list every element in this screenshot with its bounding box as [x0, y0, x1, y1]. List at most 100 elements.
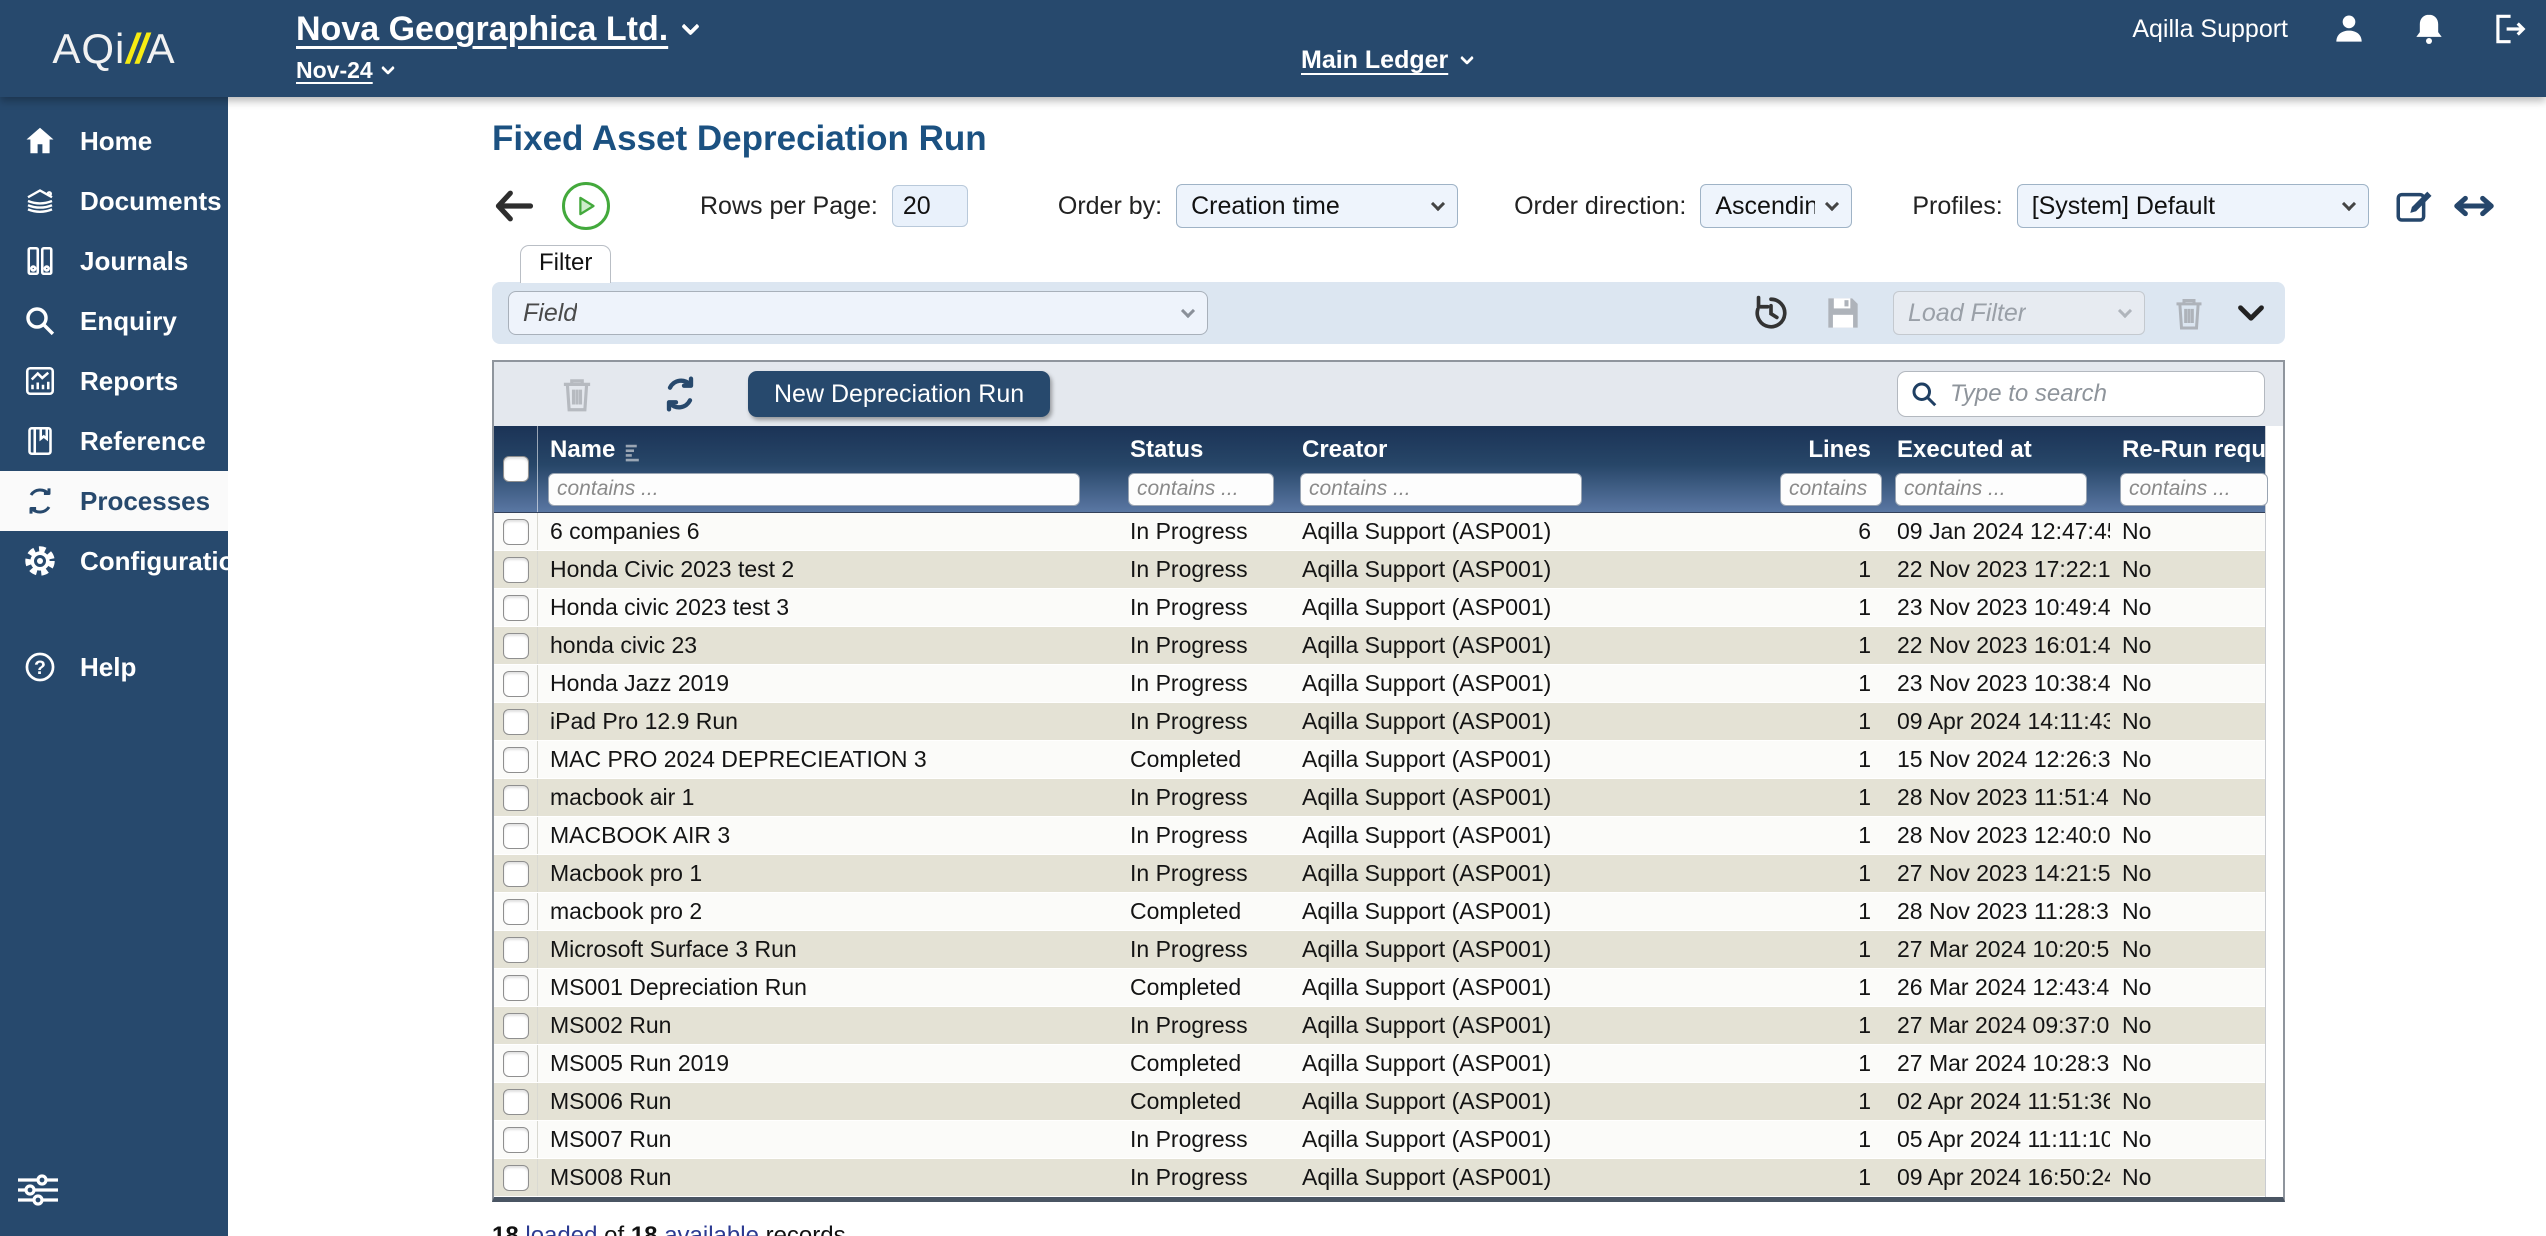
row-checkbox[interactable] [503, 937, 529, 963]
cell-executed-at: 28 Nov 2023 12:40:00 [1885, 817, 2110, 854]
sliders-icon[interactable] [14, 1166, 62, 1214]
order-direction-select[interactable]: Ascending [1700, 184, 1852, 228]
aqilla-logo[interactable]: AQi//A [0, 0, 228, 97]
cell-rerun-required: No [2110, 817, 2265, 854]
period-selector[interactable]: Nov-24 [296, 57, 697, 84]
data-grid: Name Status Creator Lines Executed at Re… [494, 426, 2266, 1197]
available-link[interactable]: available [664, 1222, 759, 1236]
sidebar-item-help[interactable]: ? Help [0, 637, 228, 697]
column-header-executed-at[interactable]: Executed at [1885, 426, 2110, 466]
sidebar-item-home[interactable]: Home [0, 111, 228, 171]
sidebar-item-documents[interactable]: Documents [0, 171, 228, 231]
row-checkbox[interactable] [503, 671, 529, 697]
select-all-checkbox[interactable] [503, 456, 529, 482]
filter-input-lines[interactable] [1780, 473, 1882, 506]
table-row[interactable]: MS008 Run In Progress Aqilla Support (AS… [494, 1159, 2265, 1197]
row-checkbox[interactable] [503, 975, 529, 1001]
search-input[interactable] [1897, 371, 2265, 417]
delete-rows-trash-icon[interactable] [556, 373, 598, 415]
sidebar-item-enquiry[interactable]: Enquiry [0, 291, 228, 351]
load-filter-select[interactable]: Load Filter [1893, 291, 2145, 335]
cell-status: In Progress [1118, 703, 1290, 740]
filter-input-status[interactable] [1128, 473, 1274, 506]
table-row[interactable]: Honda Jazz 2019 In Progress Aqilla Suppo… [494, 665, 2265, 703]
sidebar-item-reference[interactable]: Reference [0, 411, 228, 471]
filter-input-name[interactable] [548, 473, 1080, 506]
chevron-down-icon [2118, 304, 2132, 318]
table-row[interactable]: MS002 Run In Progress Aqilla Support (AS… [494, 1007, 2265, 1045]
row-checkbox[interactable] [503, 519, 529, 545]
order-by-select[interactable]: Creation time [1176, 184, 1458, 228]
row-checkbox[interactable] [503, 1089, 529, 1115]
home-icon [22, 123, 58, 159]
rows-per-page-input[interactable] [892, 185, 968, 227]
refresh-icon[interactable] [660, 374, 700, 414]
cell-status: Completed [1118, 1045, 1290, 1082]
table-row[interactable]: MS007 Run In Progress Aqilla Support (AS… [494, 1121, 2265, 1159]
row-checkbox[interactable] [503, 785, 529, 811]
row-checkbox[interactable] [503, 823, 529, 849]
table-row[interactable]: MS006 Run Completed Aqilla Support (ASP0… [494, 1083, 2265, 1121]
sidebar-item-processes[interactable]: Processes [0, 471, 228, 531]
filter-input-executed-at[interactable] [1895, 473, 2087, 506]
sidebar-item-reports[interactable]: Reports [0, 351, 228, 411]
row-checkbox[interactable] [503, 557, 529, 583]
company-selector[interactable]: Nova Geographica Ltd. [296, 10, 697, 49]
delete-filter-trash-icon[interactable] [2169, 291, 2209, 335]
sidebar-item-journals[interactable]: Journals [0, 231, 228, 291]
loaded-link[interactable]: loaded [525, 1222, 597, 1236]
row-checkbox[interactable] [503, 861, 529, 887]
table-row[interactable]: MS001 Depreciation Run Completed Aqilla … [494, 969, 2265, 1007]
table-row[interactable]: MS005 Run 2019 Completed Aqilla Support … [494, 1045, 2265, 1083]
row-checkbox[interactable] [503, 1013, 529, 1039]
cell-rerun-required: No [2110, 1045, 2265, 1082]
cell-executed-at: 27 Nov 2023 14:21:52 [1885, 855, 2110, 892]
cell-name: iPad Pro 12.9 Run [538, 703, 1118, 740]
column-header-creator[interactable]: Creator [1290, 426, 1770, 466]
row-checkbox[interactable] [503, 747, 529, 773]
filter-tab[interactable]: Filter [520, 245, 611, 283]
chevron-down-icon [1181, 304, 1195, 318]
column-header-rerun-required[interactable]: Re-Run requir… [2110, 426, 2268, 466]
table-row[interactable]: MACBOOK AIR 3 In Progress Aqilla Support… [494, 817, 2265, 855]
row-checkbox[interactable] [503, 709, 529, 735]
filter-input-rerun[interactable] [2120, 473, 2268, 506]
table-row[interactable]: Honda civic 2023 test 3 In Progress Aqil… [494, 589, 2265, 627]
profiles-select[interactable]: [System] Default [2017, 184, 2369, 228]
save-filter-icon[interactable] [1821, 291, 1865, 335]
filter-expand-chevron-icon[interactable] [2233, 291, 2269, 335]
back-button[interactable] [492, 184, 536, 228]
filter-input-creator[interactable] [1300, 473, 1582, 506]
row-checkbox[interactable] [503, 595, 529, 621]
expand-columns-icon[interactable] [2451, 183, 2497, 229]
table-row[interactable]: MAC PRO 2024 DEPRECIEATION 3 Completed A… [494, 741, 2265, 779]
ledger-selector[interactable]: Main Ledger [1301, 46, 1472, 75]
table-row[interactable]: 6 companies 6 In Progress Aqilla Support… [494, 513, 2265, 551]
run-play-button[interactable] [562, 182, 610, 230]
filter-history-icon[interactable] [1749, 291, 1793, 335]
notifications-bell-icon[interactable] [2410, 10, 2448, 48]
logout-icon[interactable] [2490, 10, 2528, 48]
table-row[interactable]: Microsoft Surface 3 Run In Progress Aqil… [494, 931, 2265, 969]
row-checkbox[interactable] [503, 1051, 529, 1077]
column-header-lines[interactable]: Lines [1770, 426, 1885, 466]
row-checkbox[interactable] [503, 1165, 529, 1191]
cell-creator: Aqilla Support (ASP001) [1290, 513, 1770, 550]
new-depreciation-run-button[interactable]: New Depreciation Run [748, 371, 1050, 417]
filter-field-select[interactable]: Field [508, 291, 1208, 335]
table-row[interactable]: macbook pro 2 Completed Aqilla Support (… [494, 893, 2265, 931]
row-checkbox[interactable] [503, 1127, 529, 1153]
documents-icon [22, 183, 58, 219]
column-header-status[interactable]: Status [1118, 426, 1290, 466]
column-header-name[interactable]: Name [538, 426, 1118, 466]
row-checkbox[interactable] [503, 633, 529, 659]
table-row[interactable]: iPad Pro 12.9 Run In Progress Aqilla Sup… [494, 703, 2265, 741]
table-row[interactable]: Honda Civic 2023 test 2 In Progress Aqil… [494, 551, 2265, 589]
user-icon[interactable] [2330, 10, 2368, 48]
sidebar-item-configuration[interactable]: Configuration [0, 531, 228, 591]
row-checkbox[interactable] [503, 899, 529, 925]
table-row[interactable]: macbook air 1 In Progress Aqilla Support… [494, 779, 2265, 817]
table-row[interactable]: honda civic 23 In Progress Aqilla Suppor… [494, 627, 2265, 665]
edit-profile-icon[interactable] [2393, 185, 2435, 227]
table-row[interactable]: Macbook pro 1 In Progress Aqilla Support… [494, 855, 2265, 893]
